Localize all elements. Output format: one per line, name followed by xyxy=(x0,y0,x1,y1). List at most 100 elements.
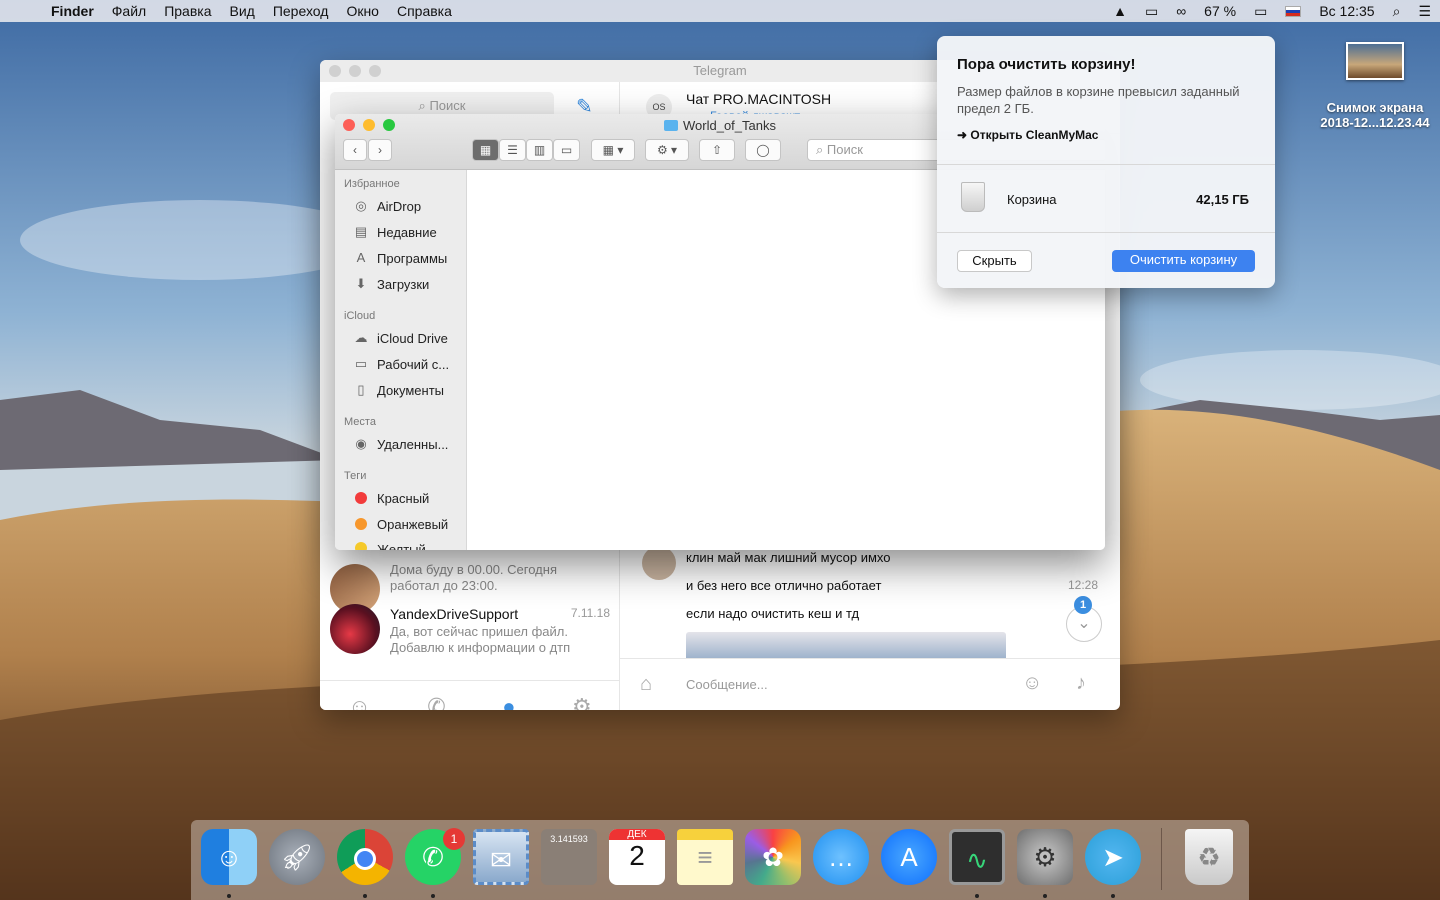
sidebar-item-label: Программы xyxy=(377,250,448,266)
back-button[interactable]: ‹ xyxy=(343,139,367,161)
file-name: Снимок экрана xyxy=(1326,100,1424,115)
sidebar-tag-red[interactable]: Красный xyxy=(353,490,429,506)
sidebar-item-downloads[interactable]: ⬇ Загрузки xyxy=(353,276,430,292)
menu-file[interactable]: Файл xyxy=(103,3,155,19)
calendar-day: 2 xyxy=(629,840,645,871)
zoom-button[interactable] xyxy=(369,65,381,77)
notification-center-icon[interactable]: ☰ xyxy=(1418,3,1431,20)
calendar-month: ДЕК xyxy=(609,829,665,840)
downloads-icon: ⬇ xyxy=(355,276,367,291)
message-input-bar: ⌂ Сообщение... ☺ ♪ xyxy=(620,658,1120,710)
menu-app-name[interactable]: Finder xyxy=(42,3,103,19)
app-store-icon[interactable]: A xyxy=(881,829,937,885)
sender-avatar[interactable] xyxy=(642,546,676,580)
finder-icon[interactable]: ☺ xyxy=(201,829,257,885)
menu-help[interactable]: Справка xyxy=(388,3,461,19)
chrome-icon[interactable] xyxy=(337,829,393,885)
attach-icon[interactable]: ⌂ xyxy=(640,673,652,696)
empty-trash-button[interactable]: Очистить корзину xyxy=(1112,250,1255,272)
menu-clock[interactable]: Вс 12:35 xyxy=(1319,3,1374,19)
desktop-screenshot-file[interactable]: Снимок экрана 2018-12...12.23.44 xyxy=(1318,42,1432,130)
battery-icon[interactable]: ▭ xyxy=(1254,3,1267,20)
menu-edit[interactable]: Правка xyxy=(155,3,220,19)
chat-name: YandexDriveSupport xyxy=(390,606,519,622)
sidebar-item-label: AirDrop xyxy=(377,198,422,214)
microphone-icon[interactable]: ♪ xyxy=(1076,672,1086,695)
launchpad-icon[interactable]: 🚀︎ xyxy=(269,829,325,885)
search-placeholder: Поиск xyxy=(429,98,466,113)
message-image[interactable] xyxy=(686,632,1006,658)
tags-button[interactable]: ◯ xyxy=(745,139,781,161)
close-button[interactable] xyxy=(329,65,341,77)
section-tags: Теги xyxy=(344,470,367,482)
list-view-button[interactable]: ☰ xyxy=(499,139,526,161)
battery-percent[interactable]: 67 % xyxy=(1204,3,1236,19)
dismiss-button[interactable]: Скрыть xyxy=(957,250,1032,272)
minimize-button[interactable] xyxy=(349,65,361,77)
cloud-icon: ☁ xyxy=(354,330,368,345)
running-indicator xyxy=(1111,894,1115,898)
sidebar-tag-yellow[interactable]: Желтый xyxy=(353,542,426,550)
chat-list-item[interactable]: YandexDriveSupport 7.11.18 Да, вот сейча… xyxy=(320,598,620,660)
action-gear-button[interactable]: ⚙ ▾ xyxy=(645,139,689,161)
sidebar-item-label: Недавние xyxy=(377,224,437,240)
mail-stamp-icon[interactable]: ✉ xyxy=(473,829,529,885)
sidebar-item-airdrop[interactable]: ◎ AirDrop xyxy=(353,198,421,214)
message-text: если надо очистить кеш и тд xyxy=(686,606,860,621)
running-indicator xyxy=(1043,894,1047,898)
dock-divider xyxy=(1161,828,1162,890)
trash-full-icon[interactable]: ♻ xyxy=(1185,829,1233,885)
divider xyxy=(937,232,1275,233)
message-input[interactable]: Сообщение... xyxy=(686,677,768,692)
message-text: и без него все отлично работает xyxy=(686,578,882,593)
notes-icon[interactable]: ≡ xyxy=(677,829,733,885)
section-places: Места xyxy=(344,416,376,428)
group-by-button[interactable]: ▦ ▾ xyxy=(591,139,635,161)
contacts-icon[interactable]: ☺ xyxy=(348,694,370,711)
yellow-tag-icon xyxy=(355,542,367,550)
creative-cloud-icon[interactable]: ∞ xyxy=(1176,3,1186,19)
cleanmymac-menu-icon[interactable]: ▲ xyxy=(1113,3,1127,19)
menu-go[interactable]: Переход xyxy=(264,3,338,19)
sidebar-item-label: Оранжевый xyxy=(377,516,449,532)
menu-window[interactable]: Окно xyxy=(337,3,388,19)
activity-monitor-icon[interactable]: ∿ xyxy=(949,829,1005,885)
gallery-view-button[interactable]: ▭ xyxy=(553,139,580,161)
sidebar-tag-orange[interactable]: Оранжевый xyxy=(353,516,448,532)
share-button[interactable]: ⇧ xyxy=(699,139,735,161)
menu-view[interactable]: Вид xyxy=(221,3,264,19)
spotlight-search-icon[interactable]: ⌕ xyxy=(1393,3,1401,20)
red-tag-icon xyxy=(355,492,367,504)
calculator-display: 3.141593 xyxy=(550,834,588,844)
emoji-icon[interactable]: ☺ xyxy=(1022,672,1042,695)
airplay-icon[interactable]: ▭ xyxy=(1145,3,1158,20)
calls-icon[interactable]: ✆ xyxy=(427,694,445,711)
sidebar-item-remote-disc[interactable]: ◉ Удаленны... xyxy=(353,436,448,452)
settings-gear-icon[interactable]: ⚙ xyxy=(572,694,592,711)
calendar-icon[interactable]: ДЕК 2 xyxy=(609,829,665,885)
telegram-tab-bar: ☺ ✆ ● ⚙ xyxy=(320,680,620,710)
open-cleanmymac-link[interactable]: ➜ Открыть CleanMyMac xyxy=(957,128,1098,142)
sidebar-item-recents[interactable]: ▤ Недавние xyxy=(353,224,437,240)
notification-text: Размер файлов в корзине превысил заданны… xyxy=(957,84,1240,116)
chats-icon[interactable]: ● xyxy=(502,694,515,711)
forward-button[interactable]: › xyxy=(368,139,392,161)
notification-title: Пора очистить корзину! xyxy=(957,56,1136,73)
telegram-icon[interactable]: ➤ xyxy=(1085,829,1141,885)
folder-name: World_of_Tanks xyxy=(683,118,776,133)
sidebar-item-documents[interactable]: ▯ Документы xyxy=(353,382,444,398)
sidebar-item-applications[interactable]: A Программы xyxy=(353,250,448,266)
column-view-button[interactable]: ▥ xyxy=(526,139,553,161)
finder-sidebar: Избранное ◎ AirDrop ▤ Недавние A Программы … xyxy=(335,170,467,550)
system-preferences-icon[interactable]: ⚙ xyxy=(1017,829,1073,885)
sidebar-item-icloud-drive[interactable]: ☁ iCloud Drive xyxy=(353,330,448,346)
search-placeholder: Поиск xyxy=(826,142,863,157)
unread-badge: 1 xyxy=(1074,596,1092,614)
chat-title[interactable]: Чат PRO.MACINTOSH xyxy=(686,91,831,107)
input-source-flag-icon[interactable] xyxy=(1285,5,1302,17)
calculator-icon[interactable]: 3.141593 xyxy=(541,829,597,885)
sidebar-item-desktop[interactable]: ▭ Рабочий с... xyxy=(353,356,449,372)
photos-icon[interactable]: ✿ xyxy=(745,829,801,885)
icon-view-button[interactable]: ▦ xyxy=(472,139,499,161)
messages-icon[interactable]: … xyxy=(813,829,869,885)
